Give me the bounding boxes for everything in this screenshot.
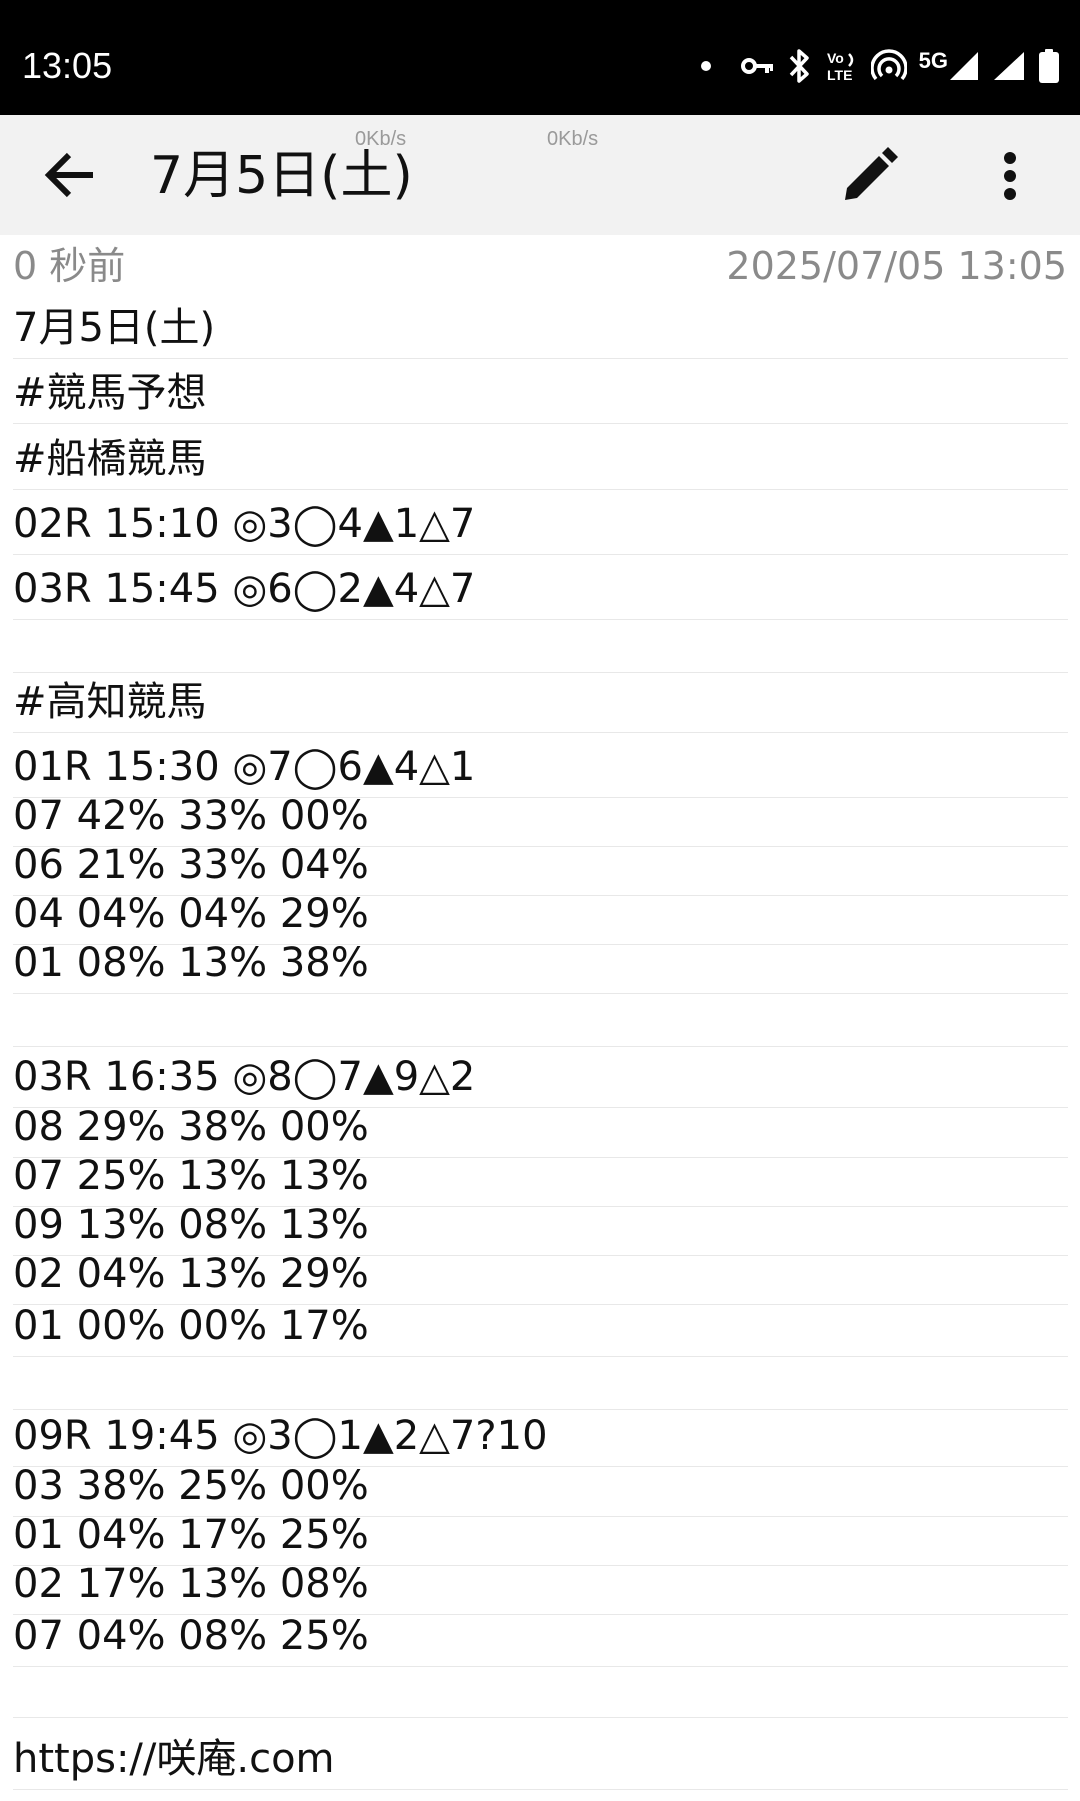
- note-line-text: #競馬予想: [13, 370, 207, 416]
- note-line-text: 02 04% 13% 29%: [13, 1251, 369, 1297]
- note-line[interactable]: #船橋競馬: [13, 424, 1068, 490]
- note-line[interactable]: 09R 19:45 ◎3◯1▲2△7?10: [13, 1410, 1068, 1467]
- note-line[interactable]: 01R 15:30 ◎7◯6▲4△1: [13, 733, 1068, 798]
- note-line[interactable]: 02R 15:10 ◎3◯4▲1△7: [13, 490, 1068, 555]
- note-line-text: 09R 19:45 ◎3◯1▲2△7?10: [13, 1413, 548, 1459]
- note-line[interactable]: 03R 16:35 ◎8◯7▲9△2: [13, 1047, 1068, 1108]
- note-line[interactable]: 01 08% 13% 38%: [13, 940, 1068, 994]
- note-line[interactable]: https://咲庵.com: [13, 1718, 1068, 1790]
- note-line[interactable]: 7月5日(土): [13, 300, 1068, 359]
- note-line-text: #高知競馬: [13, 679, 207, 725]
- note-line[interactable]: 01 04% 17% 25%: [13, 1512, 1068, 1566]
- note-line[interactable]: 02 04% 13% 29%: [13, 1251, 1068, 1305]
- note-line-text: 03R 16:35 ◎8◯7▲9△2: [13, 1054, 476, 1100]
- note-line[interactable]: 04 04% 04% 29%: [13, 891, 1068, 945]
- note-line[interactable]: #高知競馬: [13, 673, 1068, 733]
- note-line-text: 03R 15:45 ◎6◯2▲4△7: [13, 566, 476, 612]
- note-line-text: 09 13% 08% 13%: [13, 1202, 369, 1248]
- note-line-text: 02R 15:10 ◎3◯4▲1△7: [13, 501, 476, 547]
- note-line-text: 01 08% 13% 38%: [13, 940, 369, 986]
- note-line[interactable]: 02 17% 13% 08%: [13, 1561, 1068, 1615]
- note-line-text: 01 04% 17% 25%: [13, 1512, 369, 1558]
- note-line-text: 07 25% 13% 13%: [13, 1153, 369, 1199]
- note-line-text: 01 00% 00% 17%: [13, 1303, 369, 1349]
- note-line[interactable]: 07 04% 08% 25%: [13, 1613, 1068, 1667]
- note-line-text: 08 29% 38% 00%: [13, 1104, 369, 1150]
- note-line[interactable]: 09 13% 08% 13%: [13, 1202, 1068, 1256]
- note-blank-line[interactable]: [13, 994, 1068, 1047]
- note-line-text: 07 04% 08% 25%: [13, 1613, 369, 1659]
- note-line-text: 01R 15:30 ◎7◯6▲4△1: [13, 744, 476, 790]
- note-line-text: #船橋競馬: [13, 436, 207, 482]
- note-line[interactable]: 03R 15:45 ◎6◯2▲4△7: [13, 555, 1068, 620]
- note-line[interactable]: 06 21% 33% 04%: [13, 842, 1068, 896]
- note-line[interactable]: 07 42% 33% 00%: [13, 793, 1068, 847]
- note-blank-line[interactable]: [13, 1357, 1068, 1410]
- note-line-text: 07 42% 33% 00%: [13, 793, 369, 839]
- note-line[interactable]: 01 00% 00% 17%: [13, 1303, 1068, 1357]
- note-line-text: 03 38% 25% 00%: [13, 1463, 369, 1509]
- note-line-text: 02 17% 13% 08%: [13, 1561, 369, 1607]
- note-body[interactable]: 7月5日(土) #競馬予想 #船橋競馬 02R 15:10 ◎3◯4▲1△7 03R 1…: [0, 0, 1080, 1801]
- note-line-text: 7月5日(土): [13, 305, 216, 351]
- note-line[interactable]: 08 29% 38% 00%: [13, 1104, 1068, 1158]
- note-line-text: 04 04% 04% 29%: [13, 891, 369, 937]
- note-line-text: https://咲庵.com: [13, 1736, 335, 1782]
- note-line-text: 06 21% 33% 04%: [13, 842, 369, 888]
- note-blank-line[interactable]: [13, 620, 1068, 673]
- note-line[interactable]: #競馬予想: [13, 359, 1068, 424]
- note-blank-line[interactable]: [13, 1667, 1068, 1718]
- note-line[interactable]: 03 38% 25% 00%: [13, 1463, 1068, 1517]
- note-line[interactable]: 07 25% 13% 13%: [13, 1153, 1068, 1207]
